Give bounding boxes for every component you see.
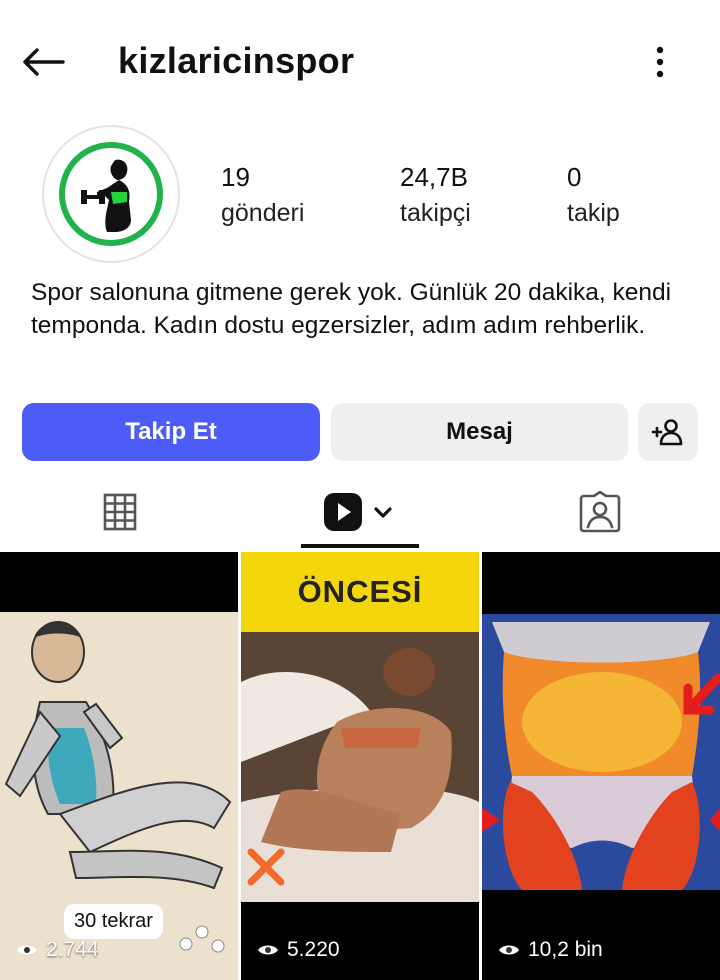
reel-thumbnail[interactable]: 30 tekrar 2.744 xyxy=(0,552,238,980)
tab-posts-grid[interactable] xyxy=(60,478,180,546)
reels-grid: 30 tekrar 2.744 ÖNCESİ 5.220 10,2 bin xyxy=(0,552,720,980)
reel-views: 2.744 xyxy=(16,938,99,962)
stat-following[interactable]: 0 takip xyxy=(567,162,620,228)
tab-reels[interactable] xyxy=(300,478,420,546)
back-arrow-icon xyxy=(23,48,65,76)
reel-badge: 30 tekrar xyxy=(64,904,163,939)
back-button[interactable] xyxy=(18,40,68,84)
profile-username: kizlaricinspor xyxy=(118,40,355,81)
grid-icon xyxy=(103,493,137,531)
views-eye-icon xyxy=(499,945,519,955)
posts-label: gönderi xyxy=(221,199,305,227)
more-options-button[interactable] xyxy=(640,40,680,84)
profile-tabs xyxy=(0,478,720,550)
views-count: 2.744 xyxy=(46,938,99,961)
add-person-icon xyxy=(651,419,683,446)
avatar-logo-icon xyxy=(59,142,163,246)
reel-thumbnail[interactable]: 10,2 bin xyxy=(482,552,720,980)
stat-posts[interactable]: 19 gönderi xyxy=(221,162,304,228)
profile-actions: Takip Et Mesaj xyxy=(0,403,720,461)
profile-header: kizlaricinspor xyxy=(0,0,720,125)
stat-followers[interactable]: 24,7B takipçi xyxy=(400,162,471,228)
following-label: takip xyxy=(567,199,620,227)
reel-views: 10,2 bin xyxy=(498,938,603,962)
profile-avatar[interactable] xyxy=(42,125,180,263)
reel-title: ÖNCESİ xyxy=(241,552,479,632)
message-button[interactable]: Mesaj xyxy=(331,403,628,461)
reels-icon xyxy=(324,493,392,531)
more-vertical-icon xyxy=(656,46,664,78)
suggest-user-button[interactable] xyxy=(638,403,698,461)
reel-views: 5.220 xyxy=(257,938,340,962)
views-count: 10,2 bin xyxy=(528,938,603,961)
belly-fat-illustration xyxy=(482,552,720,980)
active-tab-indicator xyxy=(301,544,419,548)
reel-thumbnail[interactable]: ÖNCESİ 5.220 xyxy=(241,552,479,980)
tagged-icon xyxy=(579,491,621,533)
views-eye-icon xyxy=(258,945,278,955)
views-eye-icon xyxy=(17,945,37,955)
followers-label: takipçi xyxy=(400,199,471,227)
views-count: 5.220 xyxy=(287,938,340,961)
tab-tagged[interactable] xyxy=(540,478,660,546)
follow-button[interactable]: Takip Et xyxy=(22,403,320,461)
followers-count: 24,7B xyxy=(400,162,468,192)
profile-bio: Spor salonuna gitmene gerek yok. Günlük … xyxy=(31,279,672,339)
following-count: 0 xyxy=(567,162,582,192)
posts-count: 19 xyxy=(221,162,250,192)
